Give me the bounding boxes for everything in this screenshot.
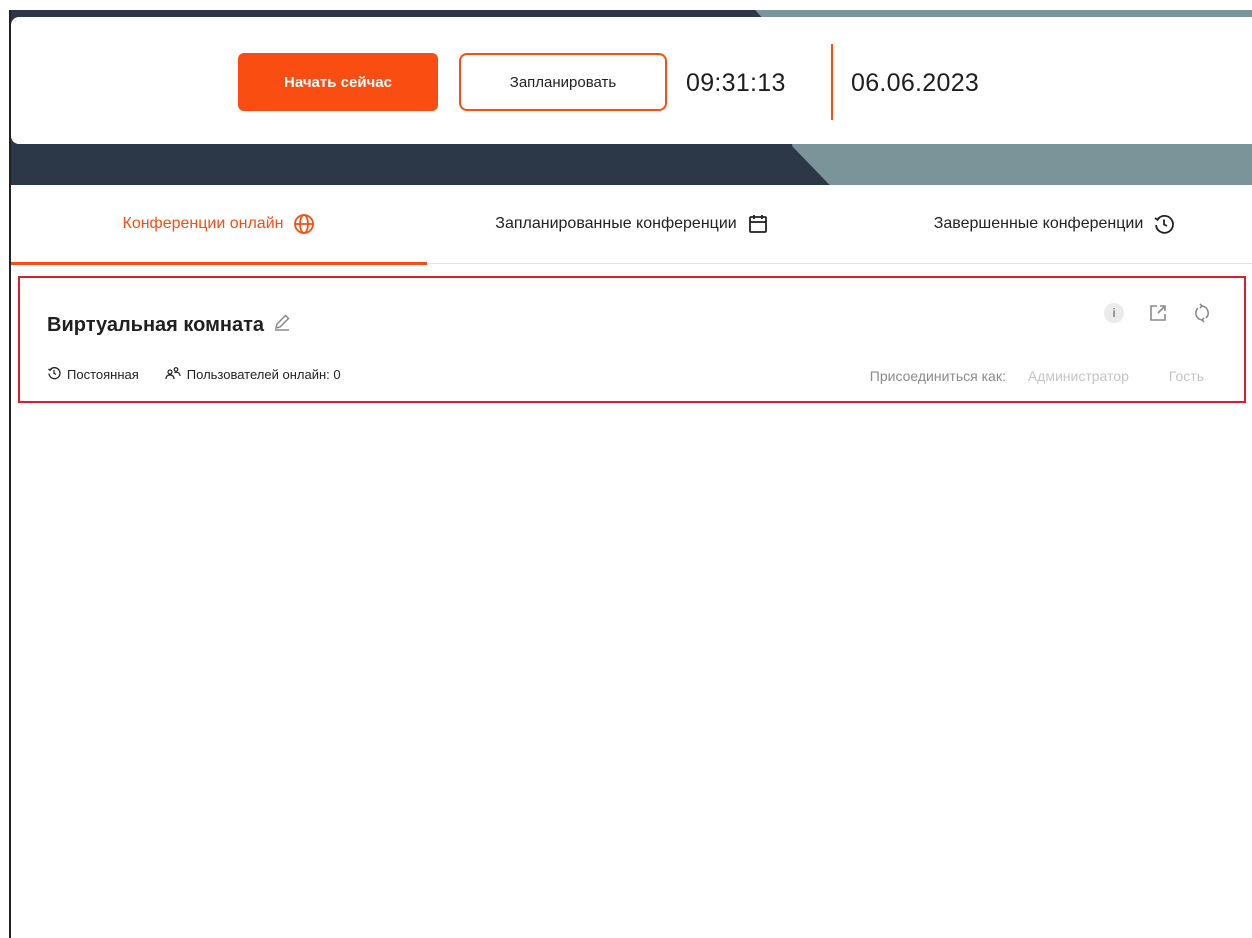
tab-online-conferences[interactable]: Конференции онлайн <box>11 185 427 265</box>
calendar-icon <box>747 213 769 235</box>
edit-pencil-icon[interactable] <box>272 312 292 338</box>
room-type-label: Постоянная <box>67 367 139 382</box>
current-time: 09:31:13 <box>686 69 786 97</box>
room-actions: i <box>1102 301 1214 325</box>
start-now-button[interactable]: Начать сейчас <box>238 53 438 111</box>
room-title: Виртуальная комната <box>47 312 292 338</box>
schedule-button[interactable]: Запланировать <box>459 53 667 111</box>
clock-icon <box>47 366 61 383</box>
time-date-divider <box>831 44 833 120</box>
join-as-admin-link[interactable]: Администратор <box>1028 368 1129 384</box>
virtual-room-card[interactable]: Виртуальная комната Постоянная Пользоват… <box>18 276 1246 403</box>
tab-finished-conferences[interactable]: Завершенные конференции <box>857 185 1252 263</box>
globe-icon <box>293 213 315 235</box>
tab-scheduled-conferences-label: Запланированные конференции <box>495 215 737 232</box>
join-as-guest-link[interactable]: Гость <box>1169 368 1204 384</box>
join-as-label: Присоединиться как: <box>869 368 1006 384</box>
active-tab-indicator <box>11 262 427 265</box>
users-icon <box>165 366 181 383</box>
conferences-panel: Конференции онлайн Запланированные конфе… <box>11 185 1252 938</box>
tab-finished-conferences-label: Завершенные конференции <box>933 215 1144 232</box>
room-meta: Постоянная Пользователей онлайн: 0 <box>47 366 341 383</box>
join-as-row: Присоединиться как: Администратор Гость <box>870 368 1204 384</box>
external-link-icon[interactable] <box>1146 301 1170 325</box>
conference-toolbar: Начать сейчас Запланировать 09:31:13 06.… <box>11 17 1252 144</box>
users-online-count: Пользователей онлайн: 0 <box>186 367 341 382</box>
tab-online-conferences-label: Конференции онлайн <box>122 215 284 232</box>
history-icon <box>1153 213 1175 235</box>
refresh-icon[interactable] <box>1190 301 1214 325</box>
info-icon[interactable]: i <box>1102 301 1126 325</box>
tab-scheduled-conferences[interactable]: Запланированные конференции <box>427 185 837 263</box>
current-date: 06.06.2023 <box>851 69 980 97</box>
conference-tabs: Конференции онлайн Запланированные конфе… <box>11 185 1252 265</box>
room-title-text: Виртуальная комната <box>47 313 265 336</box>
